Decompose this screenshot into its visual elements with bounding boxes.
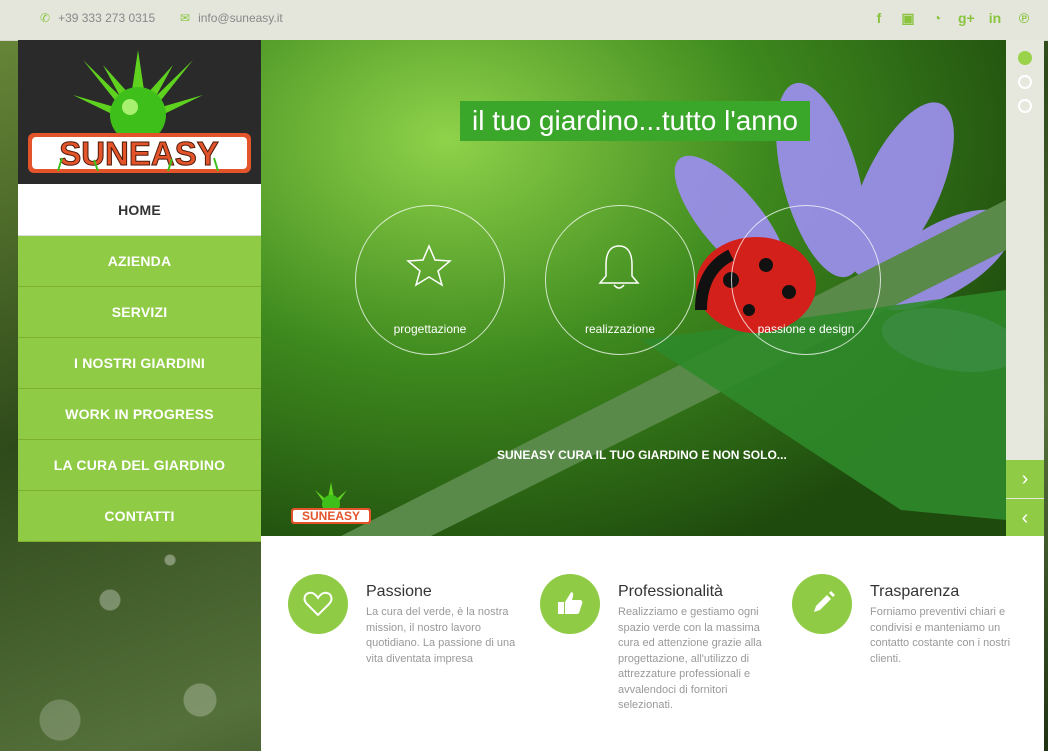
pencil-icon [814,591,835,612]
email-icon: ✉ [180,11,191,25]
hero-slider[interactable]: il tuo giardino...tutto l'anno progettaz… [261,40,1006,536]
feature-icon-circle [540,574,600,634]
nav-label: CONTATTI [104,508,175,524]
feature-icon-circle [288,574,348,634]
circle-progettazione[interactable]: progettazione [355,205,505,355]
nav-item-home[interactable]: HOME [18,184,261,236]
circle-realizzazione[interactable]: realizzazione [545,205,695,355]
nav-label: LA CURA DEL GIARDINO [53,457,226,473]
chevron-right-icon: › [1021,467,1029,490]
feature-text: Realizziamo e gestiamo ogni spazio verde… [618,606,762,711]
nav-item-azienda[interactable]: AZIENDA [18,236,261,287]
feature-text: Forniamo preventivi chiari e condivisi e… [870,606,1011,665]
email-contact[interactable]: ✉ info@suneasy.it [180,11,283,25]
slide-dot-3[interactable] [1018,99,1032,113]
circle-label: progettazione [393,322,467,336]
site-logo[interactable]: SUNEASY [18,40,261,184]
feature-title: Passione [366,583,432,600]
features-section: Passione La cura del verde, è la nostra … [261,536,1044,751]
slide-dot-2[interactable] [1018,75,1032,89]
flickr-icon[interactable]: ▣ [900,10,916,27]
phone-contact[interactable]: ✆ +39 333 273 0315 [40,11,155,25]
social-links: f ▣ ◔ g+ in ℗ [871,10,1032,27]
small-logo: SUNEASY [291,482,371,524]
svg-text:SUNEASY: SUNEASY [59,135,219,172]
star-icon [406,244,452,287]
prev-slide-button[interactable]: ‹ [1006,499,1044,537]
nav-label: HOME [118,201,161,218]
suneasy-logo-graphic: SUNEASY [28,50,251,173]
facebook-icon[interactable]: f [871,10,887,27]
nav-label: WORK IN PROGRESS [65,406,214,422]
next-slide-button[interactable]: › [1006,460,1044,498]
phone-icon: ✆ [40,11,51,25]
feature-title: Trasparenza [870,583,960,600]
pinterest-icon[interactable]: ℗ [1016,10,1032,27]
google-plus-icon[interactable]: g+ [958,10,975,27]
circle-label: realizzazione [584,322,656,336]
email-address: info@suneasy.it [198,11,283,25]
svg-text:SUNEASY: SUNEASY [302,509,360,523]
chevron-left-icon: ‹ [1021,506,1029,529]
rss-icon[interactable]: ◔ [929,10,945,27]
main-nav: HOME AZIENDA SERVIZI I NOSTRI GIARDINI W… [18,184,261,542]
slide-dot-1[interactable] [1018,51,1032,65]
nav-label: I NOSTRI GIARDINI [74,355,205,371]
thumbs-up-icon [558,592,583,614]
linkedin-icon[interactable]: in [987,10,1003,27]
circle-passione-design[interactable]: passione e design [731,205,881,355]
feature-title: Professionalità [618,583,723,600]
heart-icon [303,591,333,617]
nav-item-cura-giardino[interactable]: LA CURA DEL GIARDINO [18,440,261,491]
nav-item-giardini[interactable]: I NOSTRI GIARDINI [18,338,261,389]
circle-label: passione e design [757,322,855,336]
nav-item-contatti[interactable]: CONTATTI [18,491,261,542]
feature-text: La cura del verde, è la nostra mission, … [366,606,516,665]
top-bar: ✆ +39 333 273 0315 ✉ info@suneasy.it f ▣… [0,0,1048,41]
hero-caption: SUNEASY CURA IL TUO GIARDINO E NON SOLO.… [497,448,787,462]
slider-controls: › ‹ [1006,40,1044,537]
bell-icon [598,245,640,289]
feature-icon-circle [792,574,852,634]
nav-item-work-in-progress[interactable]: WORK IN PROGRESS [18,389,261,440]
hero-title: il tuo giardino...tutto l'anno [460,101,811,141]
nav-item-servizi[interactable]: SERVIZI [18,287,261,338]
nav-label: SERVIZI [111,304,168,320]
phone-number: +39 333 273 0315 [58,11,156,25]
nav-label: AZIENDA [107,253,172,269]
